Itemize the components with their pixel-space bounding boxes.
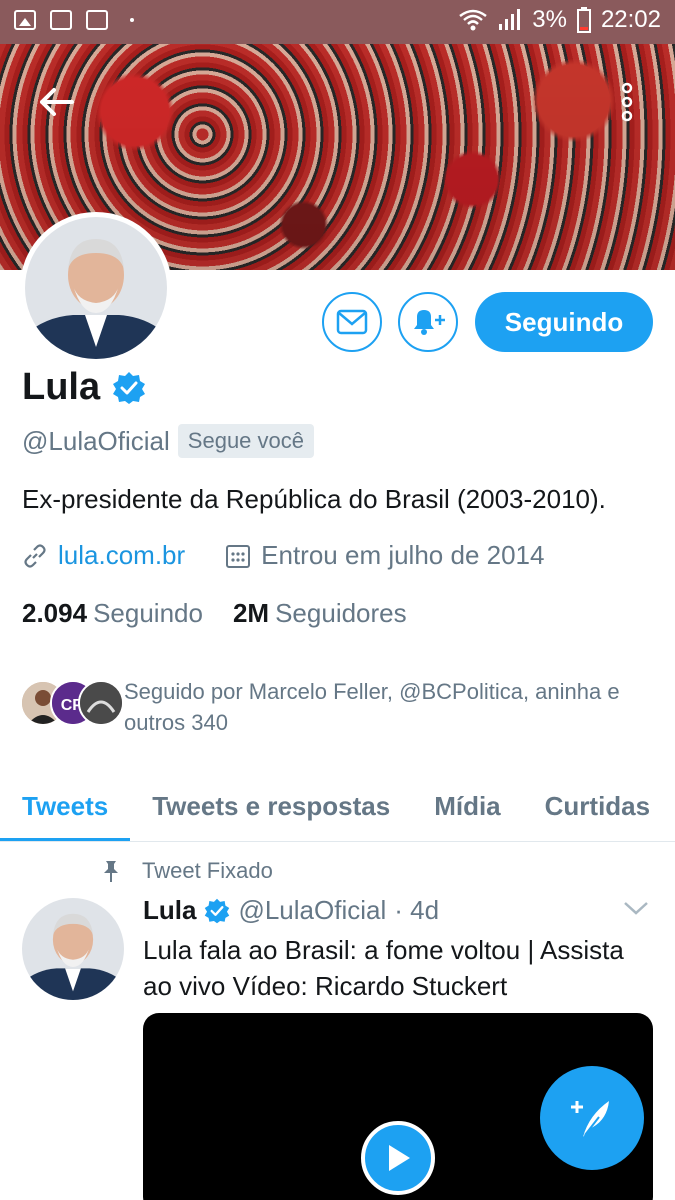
tweet-header: Lula @LulaOficial · 4d <box>143 895 439 926</box>
gallery-icon <box>14 10 36 30</box>
envelope-icon <box>336 309 368 335</box>
activity-icon <box>86 10 108 30</box>
following-label: Seguindo <box>93 598 203 628</box>
verified-badge-icon <box>205 898 230 923</box>
play-button[interactable] <box>361 1121 435 1195</box>
tweet-time: · 4d <box>394 895 440 925</box>
tab-likes[interactable]: Curtidas <box>523 770 672 841</box>
system-indicators: 3% 22:02 <box>458 6 661 34</box>
tweet-options-button[interactable] <box>623 900 649 921</box>
status-bar: 3% 22:02 <box>0 0 675 44</box>
follow-counts: 2.094 Seguindo 2M Seguidores <box>22 598 407 629</box>
more-options-button[interactable] <box>607 74 647 130</box>
tweet-author-name[interactable]: Lula <box>143 895 196 926</box>
notification-icons <box>14 10 134 30</box>
voicemail-icon <box>50 10 72 30</box>
tab-tweets-and-replies[interactable]: Tweets e respostas <box>130 770 412 841</box>
handle-row: @LulaOficial Segue você <box>22 424 314 458</box>
follows-you-badge: Segue você <box>177 424 314 458</box>
verified-badge-icon <box>113 371 146 404</box>
profile-tabs: Tweets Tweets e respostas Mídia Curtidas <box>0 770 675 842</box>
website-link[interactable]: lula.com.br <box>58 540 185 571</box>
following-button[interactable]: Seguindo <box>475 292 653 352</box>
profile-name-row: Lula <box>22 366 146 409</box>
pin-icon <box>104 861 118 882</box>
arrow-left-icon <box>40 88 74 116</box>
tab-tweets[interactable]: Tweets <box>0 770 131 841</box>
battery-percent: 3% <box>532 6 567 33</box>
tweet-text: Lula fala ao Brasil: a fome voltou | Ass… <box>143 935 624 1001</box>
joined-date: Entrou em julho de 2014 <box>261 540 545 570</box>
tweet-author-avatar[interactable] <box>22 898 124 1000</box>
tweet-author-handle: @LulaOficial <box>238 895 387 925</box>
compose-tweet-button[interactable] <box>540 1066 644 1170</box>
follower-avatars: CP. <box>20 680 124 728</box>
bell-plus-icon <box>414 310 445 335</box>
profile-meta: lula.com.br Entrou em julho de 2014 <box>22 540 544 571</box>
message-button[interactable] <box>322 292 382 352</box>
more-notifications-icon <box>130 18 134 22</box>
back-button[interactable] <box>28 74 84 130</box>
tab-media[interactable]: Mídia <box>412 770 522 841</box>
follower-avatar <box>78 680 124 726</box>
followers-count-link[interactable]: 2M Seguidores <box>233 598 407 629</box>
pinned-label-row: Tweet Fixado <box>100 858 273 884</box>
followed-by-text: Seguido por Marcelo Feller, @BCPolitica,… <box>124 679 620 735</box>
calendar-icon <box>226 544 251 568</box>
pinned-label: Tweet Fixado <box>142 858 273 883</box>
signal-icon <box>499 9 521 30</box>
following-count-link[interactable]: 2.094 Seguindo <box>22 598 203 629</box>
avatar-image <box>25 217 167 359</box>
followers-count: 2M <box>232 598 270 628</box>
profile-handle: @LulaOficial <box>22 425 170 456</box>
compose-feather-icon <box>571 1101 609 1137</box>
more-vertical-icon <box>621 82 633 122</box>
profile-bio: Ex-presidente da República do Brasil (20… <box>22 484 606 514</box>
chevron-down-icon <box>624 902 648 915</box>
profile-name: Lula <box>22 366 101 408</box>
followed-by-row[interactable]: CP. Seguido por Marcelo Feller, @BCPolit… <box>20 676 654 738</box>
following-count: 2.094 <box>22 598 88 628</box>
wifi-icon <box>459 9 488 31</box>
link-icon <box>24 543 46 568</box>
clock: 22:02 <box>600 6 661 33</box>
play-icon <box>389 1145 410 1171</box>
followers-label: Seguidores <box>275 598 407 628</box>
battery-icon <box>576 7 591 33</box>
notifications-button[interactable] <box>398 292 458 352</box>
profile-avatar[interactable] <box>20 212 172 364</box>
